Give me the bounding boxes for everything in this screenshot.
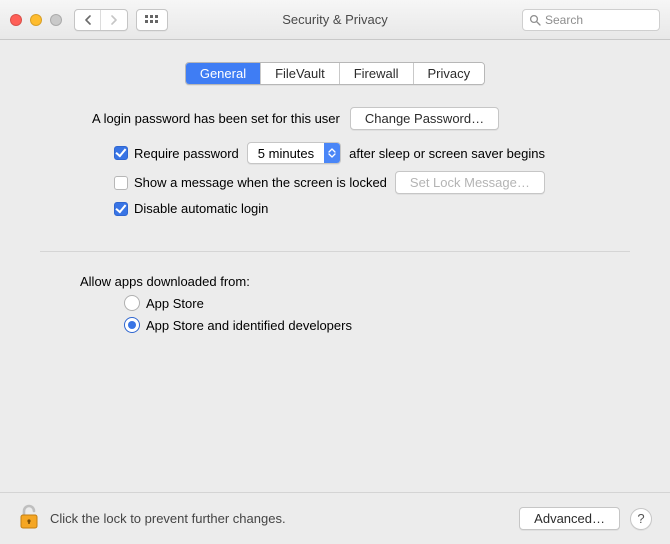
search-icon	[529, 14, 541, 26]
change-password-button[interactable]: Change Password…	[350, 107, 499, 130]
tab-filevault[interactable]: FileVault	[261, 63, 340, 84]
minimize-window[interactable]	[30, 14, 42, 26]
show-lock-message-label: Show a message when the screen is locked	[134, 175, 387, 190]
require-password-checkbox[interactable]	[114, 146, 128, 160]
allow-apps-appstore-radio[interactable]	[124, 295, 140, 311]
allow-apps-appstore-label: App Store	[146, 296, 204, 311]
allow-apps-identified-label: App Store and identified developers	[146, 318, 352, 333]
allow-apps-identified-radio[interactable]	[124, 317, 140, 333]
back-button[interactable]	[75, 10, 101, 30]
tab-firewall[interactable]: Firewall	[340, 63, 414, 84]
show-all-button[interactable]	[136, 9, 168, 31]
help-button[interactable]: ?	[630, 508, 652, 530]
close-window[interactable]	[10, 14, 22, 26]
lock-text: Click the lock to prevent further change…	[50, 511, 286, 526]
search-input[interactable]	[545, 13, 653, 27]
advanced-button[interactable]: Advanced…	[519, 507, 620, 530]
content-area: General FileVault Firewall Privacy A log…	[0, 40, 670, 492]
tab-bar: General FileVault Firewall Privacy	[185, 62, 485, 85]
tab-privacy[interactable]: Privacy	[414, 63, 485, 84]
login-password-text: A login password has been set for this u…	[92, 111, 340, 126]
titlebar: Security & Privacy	[0, 0, 670, 40]
forward-button[interactable]	[101, 10, 127, 30]
require-password-delay-popup[interactable]: 5 minutes	[247, 142, 341, 164]
allow-apps-heading: Allow apps downloaded from:	[80, 274, 602, 289]
window-controls	[10, 14, 62, 26]
require-password-delay-value: 5 minutes	[248, 146, 324, 161]
footer: Click the lock to prevent further change…	[0, 492, 670, 544]
disable-auto-login-checkbox[interactable]	[114, 202, 128, 216]
require-password-suffix: after sleep or screen saver begins	[349, 146, 545, 161]
disable-auto-login-label: Disable automatic login	[134, 201, 268, 216]
login-password-section: A login password has been set for this u…	[20, 85, 650, 251]
gatekeeper-section: Allow apps downloaded from: App Store Ap…	[20, 252, 650, 345]
lock-icon[interactable]	[18, 503, 40, 534]
popup-arrows-icon	[324, 143, 340, 163]
set-lock-message-button: Set Lock Message…	[395, 171, 545, 194]
require-password-prefix: Require password	[134, 146, 239, 161]
nav-back-forward	[74, 9, 128, 31]
zoom-window-disabled	[50, 14, 62, 26]
show-lock-message-checkbox[interactable]	[114, 176, 128, 190]
search-field-wrap[interactable]	[522, 9, 660, 31]
tab-general[interactable]: General	[186, 63, 261, 84]
